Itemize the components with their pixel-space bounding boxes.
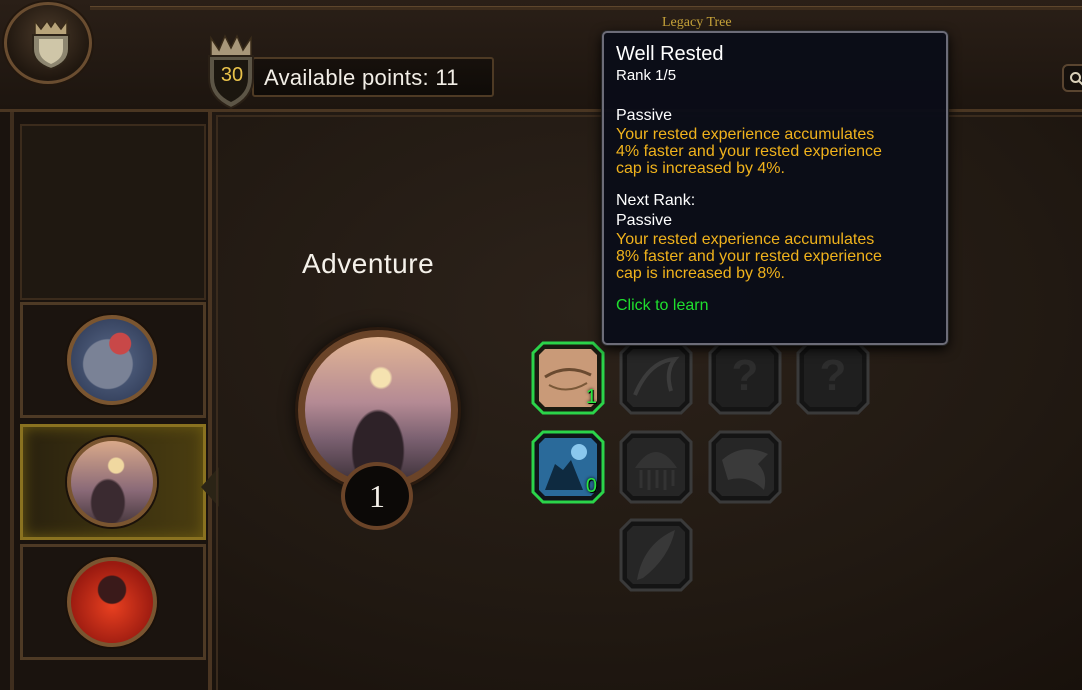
- search-icon: [1070, 72, 1082, 86]
- tooltip-current-desc-3: cap is increased by 4%.: [616, 160, 785, 177]
- shield-crown-icon[interactable]: [4, 2, 92, 84]
- tooltip-click-to-learn: Click to learn: [616, 297, 709, 314]
- armored-train-icon: [67, 315, 157, 405]
- tooltip-rank: Rank 1/5: [616, 67, 677, 84]
- talent-tooltip: Well Rested Rank 1/5 Passive Your rested…: [602, 31, 948, 345]
- tooltip-next-desc-2: 8% faster and your rested experience: [616, 248, 882, 265]
- talent-night-travel[interactable]: 0: [531, 430, 605, 504]
- category-fire-dragon[interactable]: [20, 544, 206, 660]
- talent-mount[interactable]: [619, 341, 693, 415]
- talent-jellyfish[interactable]: [619, 430, 693, 504]
- player-level: 30: [220, 64, 244, 86]
- tooltip-next-desc-1: Your rested experience accumulates: [616, 231, 875, 248]
- question-mark-icon: ?: [819, 351, 847, 400]
- talent-unknown-2[interactable]: ?: [796, 341, 870, 415]
- category-sidebar: [0, 112, 219, 690]
- talent-eagle[interactable]: [708, 430, 782, 504]
- category-armored-train[interactable]: [20, 302, 206, 418]
- tooltip-next-label: Next Rank:: [616, 192, 696, 209]
- available-points-box: Available points: 11: [252, 57, 494, 97]
- question-mark-icon: ?: [731, 351, 759, 400]
- tooltip-next-desc-3: cap is increased by 8%.: [616, 265, 785, 282]
- talent-well-rested[interactable]: 1: [531, 341, 605, 415]
- sidebar-top-panel: [20, 124, 206, 300]
- search-button[interactable]: [1062, 64, 1082, 92]
- top-border: [90, 6, 1082, 10]
- legacy-tree-window: Legacy Tree Available points: 11 30 Adve…: [0, 0, 1082, 690]
- node-rank: 0: [585, 475, 597, 497]
- tooltip-current-desc-1: Your rested experience accumulates: [616, 126, 875, 143]
- tooltip-next-type: Passive: [616, 212, 673, 229]
- tree-rank: 1: [341, 462, 413, 530]
- talent-feather[interactable]: [619, 518, 693, 592]
- tooltip-title: Well Rested: [616, 43, 724, 65]
- adventure-icon: [67, 437, 157, 527]
- tree-title: Legacy Tree: [662, 15, 732, 30]
- tooltip-current-type: Passive: [616, 107, 673, 124]
- tree-name: Adventure: [302, 248, 435, 279]
- fire-dragon-icon: [67, 557, 157, 647]
- node-rank: 1: [585, 386, 597, 408]
- sidebar-strip: [10, 112, 14, 690]
- talent-unknown-1[interactable]: ?: [708, 341, 782, 415]
- category-adventure[interactable]: [20, 424, 219, 540]
- tooltip-current-desc-2: 4% faster and your rested experience: [616, 143, 882, 160]
- available-points-label: Available points: 11: [264, 65, 459, 90]
